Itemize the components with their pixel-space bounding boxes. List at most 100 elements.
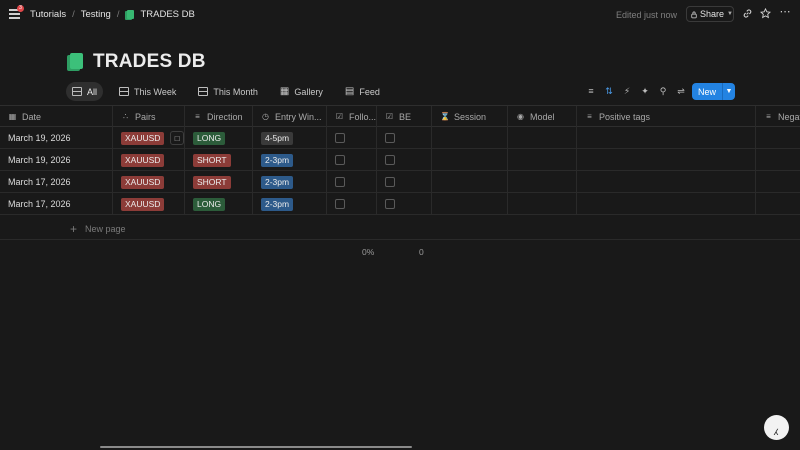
calendar-icon: ▦ <box>8 112 17 121</box>
page-icon[interactable] <box>67 53 84 71</box>
table-row[interactable]: March 17, 2026 XAUUSD SHORT 2-3pm <box>0 171 800 193</box>
followed-checkbox[interactable] <box>335 199 345 209</box>
entry-window-tag: 4-5pm <box>261 131 294 145</box>
column-header-pairs[interactable]: ∴ Pairs <box>113 106 185 127</box>
pair-tag: XAUUSD <box>121 197 165 211</box>
negative-tags-cell[interactable] <box>756 193 800 215</box>
chevron-down-icon: ▼ <box>727 11 733 17</box>
entry-window-cell[interactable]: 2-3pm <box>253 149 327 171</box>
model-cell[interactable] <box>508 171 577 193</box>
page-icon <box>125 9 135 20</box>
followed-checkbox[interactable] <box>335 155 345 165</box>
lock-icon <box>691 11 697 18</box>
search-icon[interactable]: ⚲ <box>658 86 668 96</box>
breadcrumb-item-tutorials[interactable]: Tutorials <box>30 9 66 20</box>
entry-window-cell[interactable]: 2-3pm <box>253 171 327 193</box>
column-header-negative-tags[interactable]: ≡ Negat <box>756 106 800 127</box>
help-icon[interactable]: ⁁ <box>764 415 789 440</box>
be-cell <box>377 171 432 193</box>
more-options-icon[interactable]: ⋯ <box>779 7 791 18</box>
pairs-cell[interactable]: XAUUSD □ <box>113 127 185 149</box>
column-header-entry-window[interactable]: ◷ Entry Win... <box>253 106 327 127</box>
session-cell[interactable] <box>432 171 508 193</box>
horizontal-scrollbar[interactable] <box>100 446 412 448</box>
be-checkbox[interactable] <box>385 133 395 143</box>
share-label: Share <box>700 9 725 19</box>
be-checkbox[interactable] <box>385 177 395 187</box>
direction-tag: SHORT <box>193 175 231 189</box>
column-header-session[interactable]: ⌛ Session <box>432 106 508 127</box>
date-cell[interactable]: March 19, 2026 <box>0 149 113 171</box>
followed-checkbox[interactable] <box>335 177 345 187</box>
session-cell[interactable] <box>432 149 508 171</box>
new-page-button[interactable]: + New page <box>70 222 126 236</box>
tab-all[interactable]: All <box>66 82 104 101</box>
tab-gallery[interactable]: ▦ Gallery <box>274 82 329 101</box>
be-checkbox[interactable] <box>385 199 395 209</box>
settings-sliders-icon[interactable]: ⇌ <box>676 86 686 96</box>
new-button[interactable]: New ▼ <box>692 83 735 100</box>
breadcrumb: Tutorials / Testing / TRADES DB <box>30 9 195 20</box>
share-button[interactable]: Share ▼ <box>686 6 734 22</box>
followed-cell <box>327 193 377 215</box>
be-checkbox[interactable] <box>385 155 395 165</box>
wand-icon[interactable]: ✦ <box>640 86 650 96</box>
column-header-model[interactable]: ◉ Model <box>508 106 577 127</box>
model-cell[interactable] <box>508 193 577 215</box>
sidebar-menu-icon[interactable]: 3 <box>9 5 24 20</box>
breadcrumb-item-trades-db[interactable]: TRADES DB <box>140 9 194 20</box>
calculation-be[interactable]: 0 <box>419 247 424 257</box>
direction-cell[interactable]: SHORT <box>185 149 253 171</box>
filter-icon[interactable]: ≡ <box>586 86 596 96</box>
date-cell[interactable]: March 17, 2026 <box>0 171 113 193</box>
entry-window-cell[interactable]: 2-3pm <box>253 193 327 215</box>
table-row[interactable]: March 19, 2026 XAUUSD SHORT 2-3pm <box>0 149 800 171</box>
calculation-followed[interactable]: 0% <box>362 247 374 257</box>
pairs-cell[interactable]: XAUUSD <box>113 193 185 215</box>
table-row[interactable]: March 17, 2026 XAUUSD LONG 2-3pm <box>0 193 800 215</box>
tab-feed[interactable]: ▤ Feed <box>339 82 386 101</box>
direction-cell[interactable]: LONG <box>185 193 253 215</box>
session-cell[interactable] <box>432 193 508 215</box>
star-icon[interactable] <box>760 8 771 19</box>
breadcrumb-item-testing[interactable]: Testing <box>81 9 111 20</box>
model-cell[interactable] <box>508 127 577 149</box>
pairs-cell[interactable]: XAUUSD <box>113 171 185 193</box>
top-bar: 3 Tutorials / Testing / TRADES DB Edited… <box>0 0 800 29</box>
followed-checkbox[interactable] <box>335 133 345 143</box>
column-header-be[interactable]: ☑ BE <box>377 106 432 127</box>
tab-this-week[interactable]: This Week <box>113 82 182 101</box>
pairs-cell[interactable]: XAUUSD <box>113 149 185 171</box>
date-cell[interactable]: March 17, 2026 <box>0 193 113 215</box>
sort-icon[interactable]: ⇅ <box>604 86 614 96</box>
direction-cell[interactable]: SHORT <box>185 171 253 193</box>
negative-tags-cell[interactable] <box>756 171 800 193</box>
followed-cell <box>327 171 377 193</box>
date-cell[interactable]: March 19, 2026 <box>0 127 113 149</box>
chevron-down-icon[interactable]: ▼ <box>722 83 735 100</box>
entry-window-cell[interactable]: 4-5pm <box>253 127 327 149</box>
direction-cell[interactable]: LONG <box>185 127 253 149</box>
positive-tags-cell[interactable] <box>577 127 756 149</box>
positive-tags-cell[interactable] <box>577 171 756 193</box>
pair-tag: XAUUSD <box>121 131 165 145</box>
tab-this-month[interactable]: This Month <box>192 82 264 101</box>
page-title[interactable]: TRADES DB <box>93 51 206 73</box>
comment-icon[interactable]: □ <box>170 131 184 145</box>
session-cell[interactable] <box>432 127 508 149</box>
column-header-followed[interactable]: ☑ Follo... <box>327 106 377 127</box>
divider <box>0 239 800 240</box>
column-header-direction[interactable]: ≡ Direction <box>185 106 253 127</box>
positive-tags-cell[interactable] <box>577 149 756 171</box>
column-header-positive-tags[interactable]: ≡ Positive tags <box>577 106 756 127</box>
negative-tags-cell[interactable] <box>756 127 800 149</box>
negative-tags-cell[interactable] <box>756 149 800 171</box>
positive-tags-cell[interactable] <box>577 193 756 215</box>
table-view-icon <box>119 87 130 96</box>
lightning-icon[interactable]: ⚡ <box>622 86 632 96</box>
direction-tag: LONG <box>193 197 226 211</box>
link-icon[interactable] <box>742 8 753 19</box>
model-cell[interactable] <box>508 149 577 171</box>
column-header-date[interactable]: ▦ Date <box>0 106 113 127</box>
table-row[interactable]: March 19, 2026 XAUUSD □ LONG 4-5pm <box>0 127 800 149</box>
